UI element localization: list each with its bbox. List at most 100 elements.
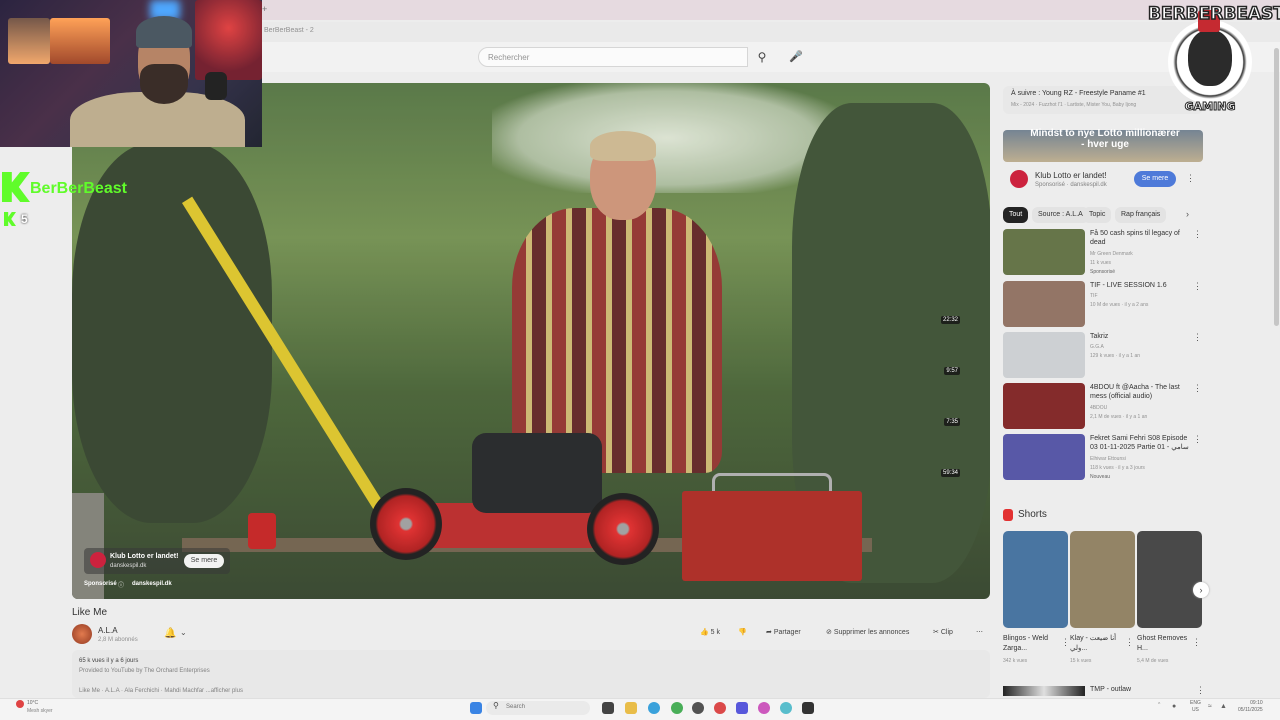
description-stats: 65 k vues il y a 6 jours [79, 658, 139, 664]
chevron-down-icon[interactable]: ⌄ [180, 628, 187, 637]
recommended-video[interactable]: 22:32 TIF - LIVE SESSION 1.6 TIF 10 M de… [940, 281, 1208, 329]
page-scrollbar[interactable] [1274, 48, 1279, 326]
volume-icon[interactable]: ▲ [1220, 703, 1227, 710]
more-vert-icon[interactable]: ⋮ [1125, 637, 1134, 648]
remove-ads-button[interactable]: ⊘ Supprimer les annonces [826, 628, 909, 636]
more-vert-icon[interactable]: ⋮ [1193, 434, 1202, 445]
like-button[interactable]: 👍 5 k [700, 628, 720, 636]
task-view-icon[interactable] [602, 702, 614, 714]
recommended-stats: 129 k vues · il y a 1 an [1090, 353, 1141, 359]
app-icon[interactable] [714, 702, 726, 714]
weather-temperature[interactable]: 10°C [27, 700, 38, 706]
bell-icon[interactable]: 🔔 [164, 628, 176, 639]
more-vert-icon[interactable]: ⋮ [1186, 173, 1195, 184]
video-sky [492, 83, 842, 193]
app-icon[interactable] [758, 702, 770, 714]
recommended-badge: Sponsorisé [1090, 269, 1116, 275]
video-thumbnail[interactable] [1003, 229, 1085, 275]
mic-icon[interactable]: 🎤 [788, 50, 804, 66]
chrome-icon[interactable] [671, 702, 683, 714]
clip-label: Clip [940, 629, 953, 636]
video-ad-cta-button[interactable]: Se mere [184, 554, 224, 568]
search-icon[interactable]: ⚲ [748, 47, 776, 67]
new-tab-button[interactable]: + [262, 4, 267, 14]
taskbar-search[interactable]: Search [486, 701, 590, 715]
terminal-icon[interactable] [802, 702, 814, 714]
recommended-channel: G.G.A [1090, 344, 1104, 350]
share-button[interactable]: ➦ Partager [766, 628, 801, 636]
kick-viewers-icon [4, 212, 16, 226]
shorts-icon [1003, 509, 1013, 521]
kick-logo-icon [2, 172, 30, 202]
recommended-video[interactable]: 59:34 Fekret Sami Fehri S08 Episode 03 0… [940, 434, 1208, 482]
sidebar-ad-banner-text: Mindst to nye Lotto millionærer - hver u… [1030, 128, 1180, 150]
more-vert-icon[interactable]: ⋮ [1193, 281, 1202, 292]
channel-name[interactable]: A.L.A [98, 626, 118, 635]
clip-button[interactable]: ✂ Clip [933, 628, 953, 636]
recommended-title: Få 50 cash spins til legacy of dead [1090, 230, 1180, 246]
recommended-channel: Elhiwar Ettounsi [1090, 456, 1126, 462]
chevron-right-icon[interactable]: › [1186, 209, 1189, 219]
kick-channel-name: BerBerBeast [30, 180, 127, 197]
video-ad-domain: danskespil.dk [110, 563, 147, 569]
more-vert-icon[interactable]: ⋮ [1196, 685, 1205, 696]
chip-rap[interactable]: Rap français [1115, 207, 1167, 223]
dislike-button[interactable]: 👎 [738, 628, 747, 636]
video-ad-site-link[interactable]: danskespil.dk [132, 581, 172, 587]
video-thumbnail[interactable]: 22:32 [940, 281, 1085, 327]
video-thumbnail[interactable] [1003, 686, 1085, 696]
chip-source[interactable]: Source : A.L.A [1032, 207, 1089, 223]
tab-strip[interactable]: BerBerBeast - 2 [262, 22, 1280, 42]
short-thumbnail[interactable] [1003, 531, 1068, 628]
video-player[interactable] [72, 83, 990, 599]
more-actions-icon[interactable]: ⋯ [976, 628, 983, 636]
chevron-up-icon[interactable]: ˆ [1158, 703, 1160, 710]
language-indicator[interactable]: ENG US [1190, 700, 1201, 714]
recommended-video[interactable]: 9:57 Takriz G.G.A 129 k vues · il y a 1 … [944, 332, 1208, 380]
windows-start-icon[interactable] [470, 702, 482, 714]
chevron-right-icon[interactable]: › [1193, 582, 1209, 598]
more-vert-icon[interactable]: ⋮ [1193, 229, 1202, 240]
lotto-logo-icon [1010, 170, 1028, 188]
short-views: 5,4 M de vues [1137, 658, 1169, 664]
video-man-hair [590, 131, 656, 161]
more-vert-icon[interactable]: ⋮ [1061, 637, 1070, 648]
webcam-streamer-beard [140, 64, 188, 104]
video-thumbnail[interactable]: 9:57 [944, 332, 1085, 378]
video-thumbnail[interactable]: 59:34 [940, 434, 1085, 480]
info-icon[interactable]: ⓘ [118, 580, 124, 589]
notification-icon[interactable]: ● [1172, 703, 1176, 710]
language-top: ENG [1190, 700, 1201, 706]
short-thumbnail[interactable] [1137, 531, 1202, 628]
app-icon[interactable] [780, 702, 792, 714]
next-up-title: À suivre : Young RZ - Freestyle Paname #… [1011, 90, 1146, 97]
more-vert-icon[interactable]: ⋮ [1193, 383, 1202, 394]
short-title: Blingos - Weld Zarga... [1003, 635, 1049, 652]
more-vert-icon[interactable]: ⋮ [1192, 637, 1201, 648]
search-icon: ⚲ [493, 701, 499, 710]
sidebar-ad-cta-button[interactable]: Se mere [1134, 171, 1176, 187]
chip-all[interactable]: Tout [1003, 207, 1029, 223]
recommended-video[interactable]: Få 50 cash spins til legacy of dead Mr G… [1003, 229, 1208, 277]
more-vert-icon[interactable]: ⋮ [1193, 332, 1202, 343]
wifi-icon[interactable]: ≈ [1208, 703, 1212, 710]
obs-icon[interactable] [692, 702, 704, 714]
app-icon[interactable] [736, 702, 748, 714]
short-thumbnail[interactable] [1070, 531, 1135, 628]
description-credits[interactable]: Like Me · A.L.A · Ala Ferchichi · Mahdi … [79, 688, 243, 694]
channel-avatar[interactable] [72, 624, 92, 644]
recommended-video[interactable]: 7:35 4BDOU ft @Aacha - The last mess (of… [944, 383, 1208, 431]
recommended-channel: TIF [1090, 293, 1098, 299]
edge-icon[interactable] [648, 702, 660, 714]
weather-description[interactable]: Mesh skyer [27, 708, 53, 714]
chip-topic[interactable]: Topic [1083, 207, 1112, 223]
taskbar-clock[interactable]: 09:10 05/11/2025 [1238, 700, 1263, 714]
next-up-subtitle: Mix - 2024 · Fuzzhot l'1 · Lartiste, Mis… [1011, 102, 1137, 108]
berberbeast-logo-face [1188, 30, 1232, 86]
file-explorer-icon[interactable] [625, 702, 637, 714]
search-input[interactable]: Rechercher [478, 47, 748, 67]
like-count: 5 k [710, 629, 721, 636]
weather-icon[interactable] [16, 700, 24, 708]
video-thumbnail[interactable]: 7:35 [944, 383, 1085, 429]
recommended-badge: Nouveau [1090, 474, 1111, 480]
